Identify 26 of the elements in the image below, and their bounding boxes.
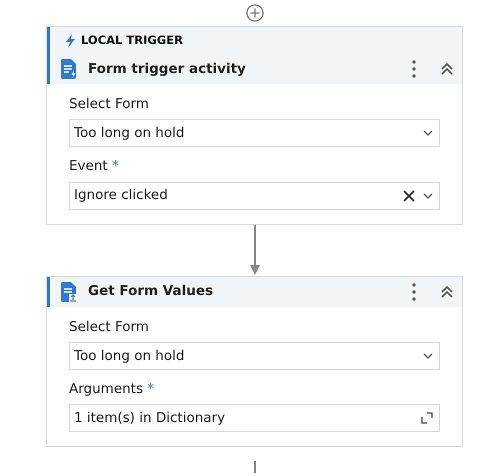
chevron-icon (423, 130, 433, 136)
chevron-icon (423, 352, 433, 359)
form-icon (60, 282, 78, 302)
field-label: Arguments * (69, 380, 156, 399)
add-icon[interactable] (246, 4, 264, 22)
field-label: Select Form (69, 318, 150, 336)
more-button[interactable] (412, 282, 416, 300)
collapse-button[interactable] (440, 284, 454, 298)
lightning-icon (66, 34, 75, 48)
dropdown-field[interactable]: Too long on hold (69, 119, 440, 148)
expand-icon[interactable] (421, 412, 433, 424)
chevron-icon (423, 192, 433, 198)
activity-title: Get Form Values (88, 282, 214, 302)
form-icon (60, 59, 78, 79)
activity-title: Form trigger activity (88, 60, 247, 79)
more-button[interactable] (412, 60, 416, 78)
clear-icon[interactable] (403, 190, 415, 202)
connector-arrow (248, 224, 260, 276)
dropdown-field[interactable]: Too long on hold (69, 342, 440, 370)
field-label: Event * (69, 157, 120, 176)
dropdown-field[interactable]: Ignore clicked (69, 182, 440, 210)
connector-line (254, 461, 256, 473)
field-label: Select Form (69, 95, 150, 114)
input-field[interactable]: 1 item(s) in Dictionary (69, 404, 440, 432)
collapse-button[interactable] (440, 62, 454, 76)
trigger-label: LOCAL TRIGGER (81, 32, 183, 49)
